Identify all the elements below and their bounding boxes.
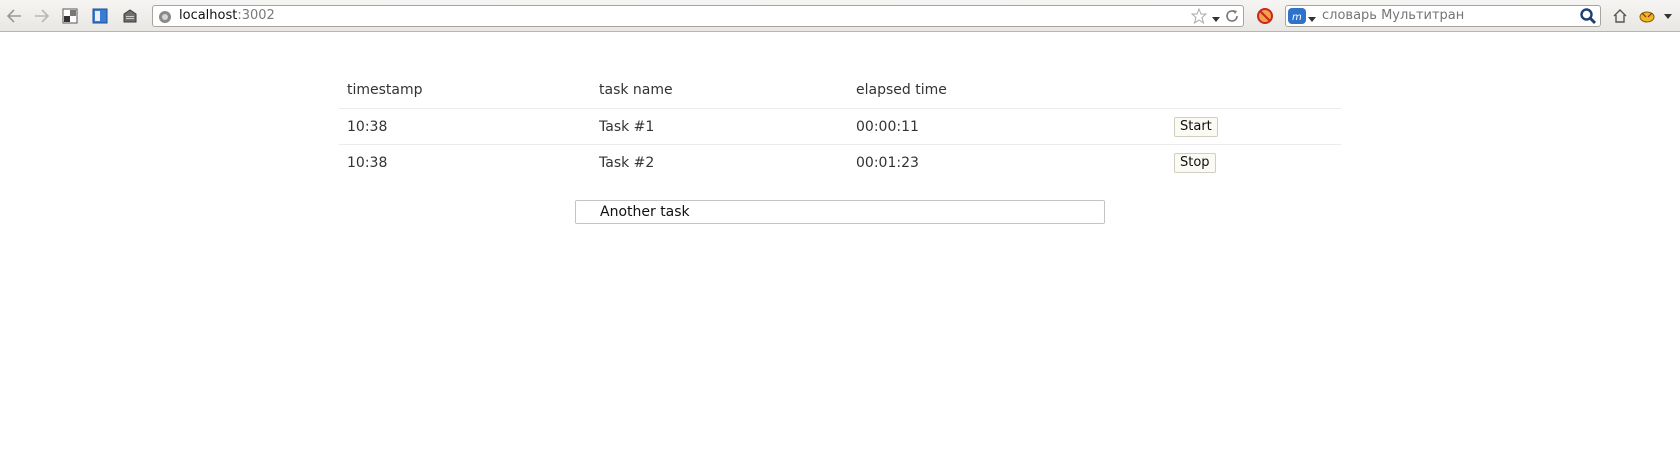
new-task-input[interactable] [575, 200, 1105, 224]
cell-elapsed-time: 00:00:11 [848, 108, 1166, 145]
search-bar[interactable]: m [1285, 5, 1601, 27]
forward-icon[interactable] [32, 6, 52, 26]
cell-timestamp: 10:38 [347, 154, 388, 171]
svg-text:m: m [1292, 12, 1302, 23]
back-icon[interactable] [4, 6, 24, 26]
table-header-row: timestamp task name elapsed time [339, 72, 1341, 109]
header-timestamp: timestamp [339, 72, 591, 109]
home-icon[interactable] [1610, 6, 1630, 26]
url-port: :3002 [237, 8, 275, 23]
url-host: localhost [179, 8, 238, 23]
star-icon[interactable] [1190, 7, 1208, 25]
menu-dropdown-icon[interactable] [1658, 6, 1678, 26]
cell-task-name: Task #1 [591, 108, 848, 145]
table-row: 10:38 Task #1 00:00:11 Start [339, 108, 1341, 145]
extension-icon[interactable] [1637, 6, 1657, 26]
browser-toolbar: localhost:3002 m [0, 0, 1680, 32]
search-engine-dropdown-icon[interactable] [1307, 10, 1317, 22]
url-text: localhost:3002 [179, 8, 275, 24]
tasks-table: timestamp task name elapsed time 10:38 T… [339, 72, 1341, 180]
cell-elapsed-time: 00:01:23 [856, 154, 919, 171]
search-input[interactable] [1322, 8, 1562, 24]
header-elapsed-time: elapsed time [848, 72, 1166, 109]
sidebar-icon[interactable] [90, 6, 110, 26]
bookmark-manager-icon[interactable] [60, 6, 80, 26]
multitran-icon[interactable]: m [1288, 8, 1306, 24]
table-row: 10:38 Task #2 00:01:23 Stop [339, 145, 1341, 181]
blocker-icon[interactable] [1255, 6, 1275, 26]
start-button[interactable]: Start [1174, 116, 1218, 137]
header-task-name: task name [591, 72, 848, 109]
reload-icon[interactable] [1224, 8, 1240, 24]
cell-timestamp: 10:38 [339, 108, 591, 145]
dropdown-icon[interactable] [1211, 10, 1221, 22]
globe-icon [158, 9, 172, 23]
stop-button[interactable]: Stop [1174, 152, 1216, 173]
magnifier-icon[interactable] [1579, 7, 1597, 25]
cell-action: Stop [1166, 145, 1341, 181]
cell-action: Start [1166, 108, 1341, 145]
cell-task-name: Task #2 [599, 154, 655, 171]
header-action [1166, 72, 1341, 109]
address-bar[interactable]: localhost:3002 [152, 5, 1244, 27]
addon-icon[interactable] [120, 6, 140, 26]
